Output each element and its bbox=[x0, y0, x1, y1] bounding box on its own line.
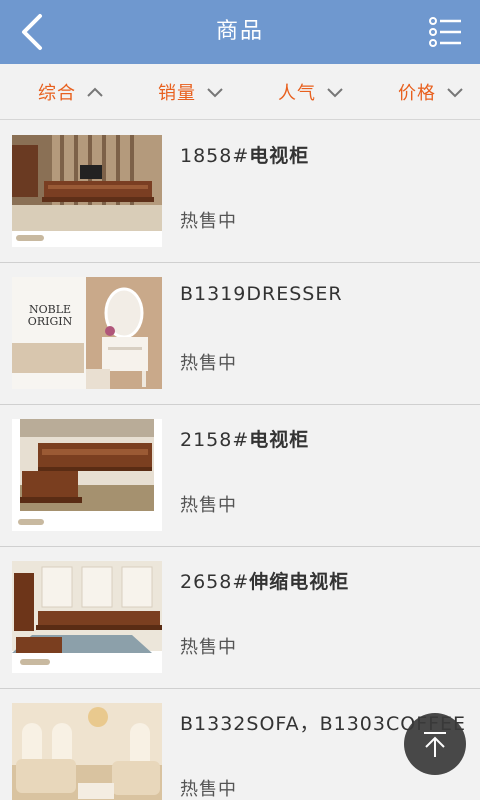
product-code: 1858# bbox=[180, 145, 250, 167]
sort-label: 销量 bbox=[158, 83, 196, 104]
chevron-down-icon bbox=[207, 88, 223, 98]
page-title: 商品 bbox=[215, 19, 264, 44]
product-name: B1319DRESSER bbox=[180, 283, 470, 313]
product-title: 伸缩电视柜 bbox=[249, 571, 350, 593]
app-header: 商品 bbox=[0, 0, 480, 64]
chevron-left-icon bbox=[22, 14, 42, 50]
product-item[interactable]: NOBLE ORIGIN B1319DRESSER 热售中 bbox=[0, 263, 480, 405]
product-status: 热售中 bbox=[180, 779, 237, 800]
product-status: 热售中 bbox=[180, 353, 237, 374]
menu-button[interactable] bbox=[428, 14, 464, 50]
chevron-down-icon bbox=[327, 88, 343, 98]
product-code: B1319DRESSER bbox=[180, 283, 343, 305]
product-code: 2658# bbox=[180, 571, 250, 593]
sort-label: 综合 bbox=[38, 83, 76, 104]
sort-comprehensive[interactable]: 综合 bbox=[38, 64, 104, 120]
product-image bbox=[12, 703, 162, 800]
product-status: 热售中 bbox=[180, 211, 237, 232]
product-item[interactable]: 2158#电视柜 热售中 bbox=[0, 405, 480, 547]
sort-popularity[interactable]: 人气 bbox=[278, 64, 344, 120]
product-name: 2658#伸缩电视柜 bbox=[180, 567, 470, 597]
product-title: 电视柜 bbox=[249, 429, 310, 451]
product-list: 1858#电视柜 热售中 NOBLE ORIGIN B1319DRESSER 热… bbox=[0, 121, 480, 800]
product-code: 2158# bbox=[180, 429, 250, 451]
brand-text: ORIGIN bbox=[28, 315, 73, 328]
product-image: NOBLE ORIGIN bbox=[12, 277, 162, 389]
scroll-to-top-button[interactable] bbox=[404, 713, 466, 775]
sort-sales[interactable]: 销量 bbox=[158, 64, 224, 120]
product-item[interactable]: 2658#伸缩电视柜 热售中 bbox=[0, 547, 480, 689]
product-image bbox=[12, 135, 162, 247]
sort-bar: 综合 销量 人气 价格 bbox=[0, 64, 480, 120]
sort-price[interactable]: 价格 bbox=[398, 64, 464, 120]
chevron-up-icon bbox=[87, 87, 103, 97]
product-name: 1858#电视柜 bbox=[180, 141, 470, 171]
product-status: 热售中 bbox=[180, 637, 237, 658]
product-image bbox=[12, 419, 162, 531]
sort-label: 价格 bbox=[398, 83, 436, 104]
sort-label: 人气 bbox=[278, 83, 316, 104]
product-image bbox=[12, 561, 162, 673]
back-button[interactable] bbox=[10, 10, 54, 54]
product-name: 2158#电视柜 bbox=[180, 425, 470, 455]
product-status: 热售中 bbox=[180, 495, 237, 516]
arrow-up-icon bbox=[424, 732, 446, 757]
chevron-down-icon bbox=[447, 88, 463, 98]
product-item[interactable]: 1858#电视柜 热售中 bbox=[0, 121, 480, 263]
list-menu-icon bbox=[429, 17, 461, 47]
product-title: 电视柜 bbox=[249, 145, 310, 167]
